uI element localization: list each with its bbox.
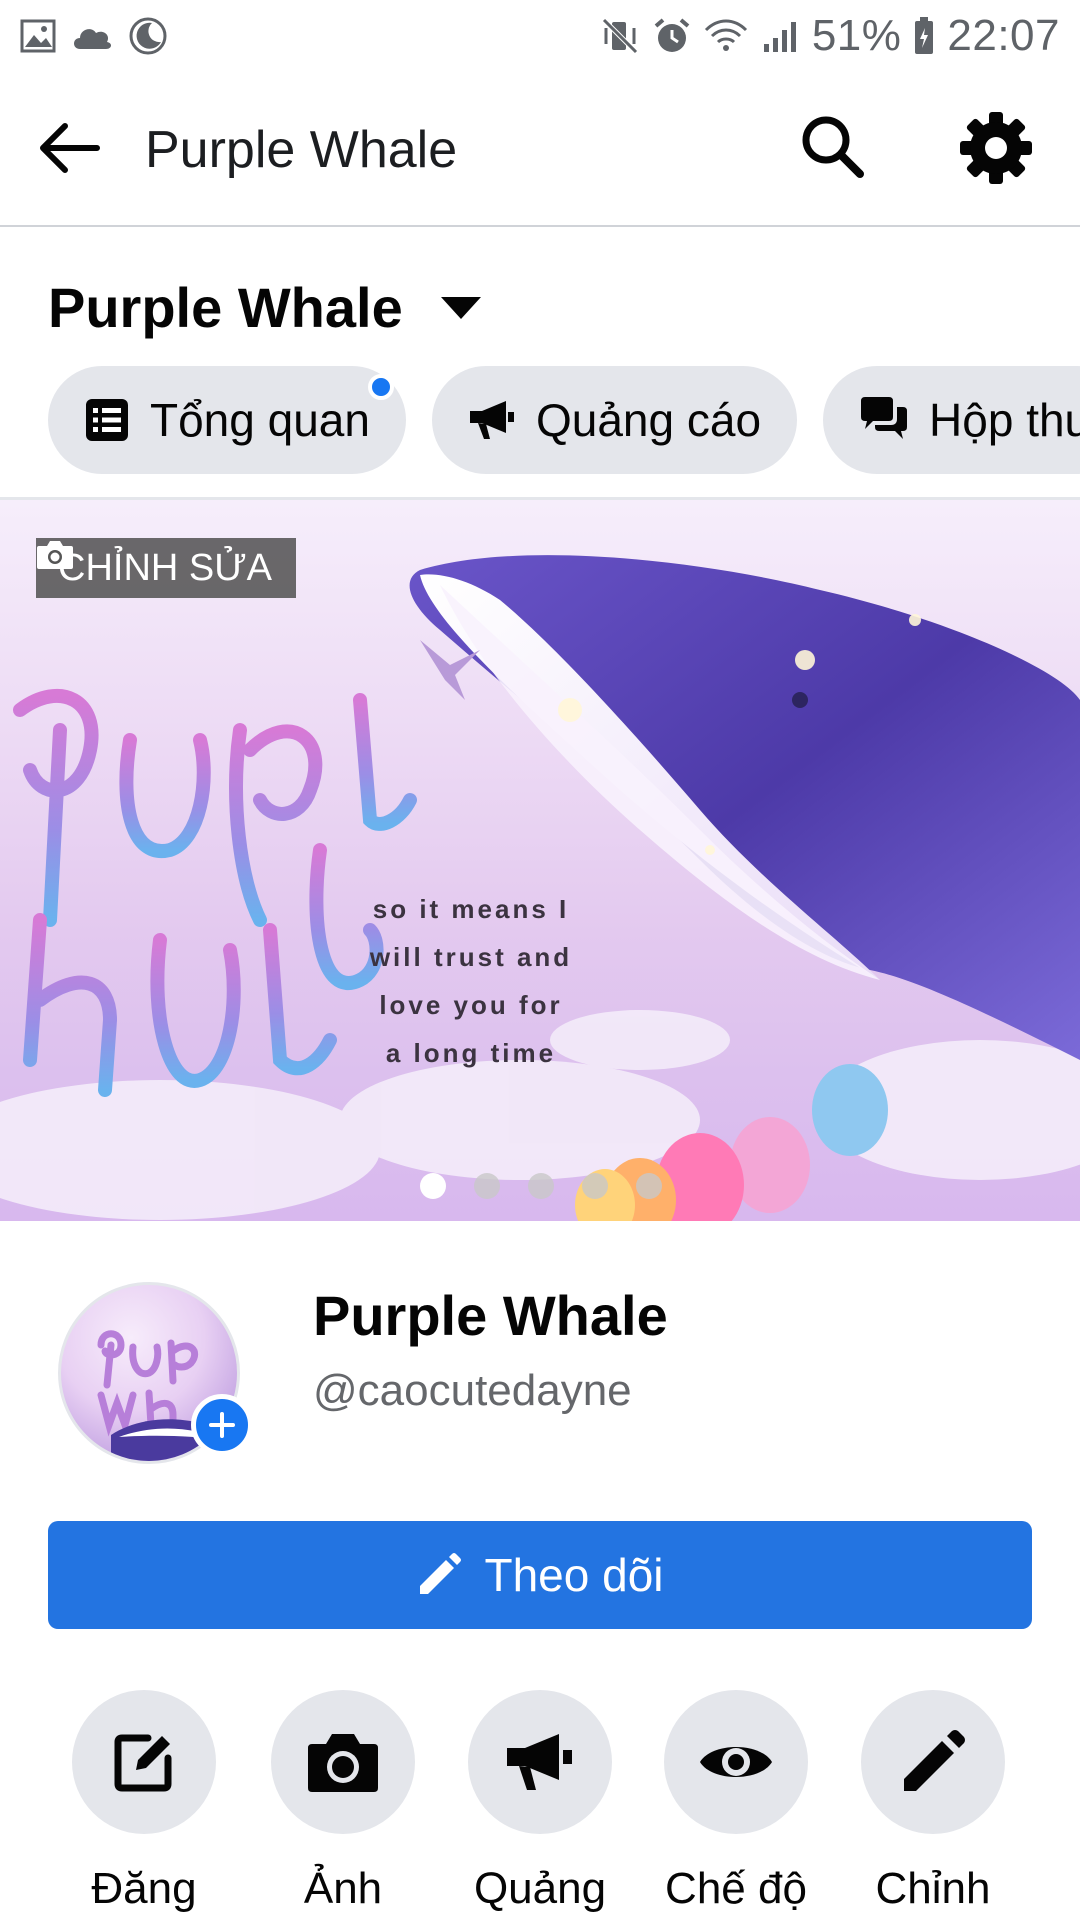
- cloud-icon: [70, 21, 114, 51]
- status-bar: 51% 22:07: [0, 0, 1080, 72]
- quote-line: love you for: [379, 990, 563, 1020]
- image-icon: [20, 19, 56, 53]
- megaphone-icon: [507, 1734, 572, 1790]
- carousel-indicator: [420, 1173, 662, 1199]
- app-bar-title: Purple Whale: [145, 121, 458, 179]
- action-edit[interactable]: Chỉnh: [833, 1690, 1033, 1914]
- gear-icon: [960, 112, 1032, 184]
- tab-label: Quảng cáo: [535, 394, 762, 446]
- tab-overview[interactable]: Tổng quan: [48, 366, 406, 474]
- action-label: Chế độ: [665, 1864, 807, 1913]
- action-view-mode-circle[interactable]: [664, 1690, 808, 1834]
- wifi-icon: [704, 18, 748, 54]
- action-post-circle[interactable]: [72, 1690, 216, 1834]
- carousel-dot[interactable]: [582, 1173, 608, 1199]
- action-view-mode[interactable]: Chế độ: [636, 1690, 836, 1914]
- camera-icon: [308, 1734, 378, 1792]
- status-right: 51% 22:07: [600, 11, 1060, 61]
- caret-down-icon: [440, 296, 481, 319]
- tabs: Tổng quan Quảng cáo Hộp thư: [48, 366, 1080, 474]
- edit-square-icon: [114, 1734, 172, 1792]
- plus-icon: [209, 1412, 235, 1438]
- action-label: Đăng: [91, 1864, 197, 1913]
- profile-handle: @caocutedayne: [313, 1366, 632, 1415]
- quote-line: so it means I: [372, 894, 570, 924]
- action-photo[interactable]: Ảnh: [243, 1690, 443, 1914]
- battery-percent: 51%: [811, 11, 902, 60]
- mute-icon: [600, 16, 640, 56]
- notification-dot: [367, 374, 394, 400]
- list-icon: [86, 399, 128, 441]
- cover-artwork: [0, 555, 1080, 1221]
- quote-line: a long time: [385, 1038, 557, 1068]
- profile-name: Purple Whale: [313, 1284, 668, 1347]
- action-post[interactable]: Đăng: [44, 1690, 244, 1914]
- signal-icon: [760, 18, 800, 54]
- edit-cover-button[interactable]: CHỈNH SỬA: [36, 538, 297, 598]
- follow-button[interactable]: Theo dõi: [48, 1521, 1032, 1629]
- status-left: [20, 16, 168, 56]
- action-label: Ảnh: [303, 1864, 383, 1913]
- alarm-icon: [652, 16, 692, 56]
- tab-inbox[interactable]: Hộp thư: [823, 366, 1080, 474]
- page-switcher[interactable]: Purple Whale: [48, 275, 483, 340]
- carousel-dot[interactable]: [474, 1173, 500, 1199]
- carousel-dot[interactable]: [528, 1173, 554, 1199]
- add-profile-picture-button[interactable]: [191, 1394, 253, 1456]
- action-photo-circle[interactable]: [271, 1690, 415, 1834]
- carousel-dot[interactable]: [420, 1173, 446, 1199]
- back-button[interactable]: [34, 118, 104, 178]
- pencil-icon: [904, 1730, 965, 1791]
- action-row: Đăng Ảnh Quảng Chế độ Chỉnh: [0, 1690, 1080, 1920]
- chat-icon: [861, 397, 908, 439]
- page-switcher-name: Purple Whale: [48, 276, 403, 339]
- carousel-dot[interactable]: [636, 1173, 662, 1199]
- battery-icon: [913, 16, 935, 56]
- clock: 22:07: [947, 11, 1060, 60]
- cover-photo[interactable]: so it means I will trust and love you fo…: [0, 500, 1080, 1221]
- cover-quote: so it means I will trust and love you fo…: [356, 885, 586, 1077]
- pencil-icon: [420, 1553, 462, 1594]
- follow-button-label: Theo dõi: [484, 1549, 664, 1601]
- moon-icon: [128, 16, 168, 56]
- action-label: Quảng: [473, 1864, 607, 1913]
- camera-icon: [37, 541, 73, 569]
- search-icon: [802, 116, 864, 178]
- action-edit-circle[interactable]: [861, 1690, 1005, 1834]
- tab-ads[interactable]: Quảng cáo: [431, 366, 798, 474]
- settings-button[interactable]: [958, 110, 1034, 186]
- edit-cover-label: CHỈNH SỬA: [58, 546, 273, 589]
- tab-label: Hộp thư: [929, 394, 1080, 446]
- search-button[interactable]: [798, 112, 868, 182]
- arrow-left-icon: [40, 123, 100, 173]
- tab-label: Tổng quan: [150, 394, 370, 446]
- megaphone-icon: [469, 401, 514, 439]
- action-label: Chỉnh: [875, 1864, 991, 1913]
- action-promote[interactable]: Quảng: [440, 1690, 640, 1914]
- tabs-scroller[interactable]: Tổng quan Quảng cáo Hộp thư: [0, 360, 1080, 500]
- quote-line: will trust and: [369, 942, 573, 972]
- eye-icon: [700, 1747, 772, 1777]
- action-promote-circle[interactable]: [468, 1690, 612, 1834]
- app-bar: Purple Whale: [0, 72, 1080, 227]
